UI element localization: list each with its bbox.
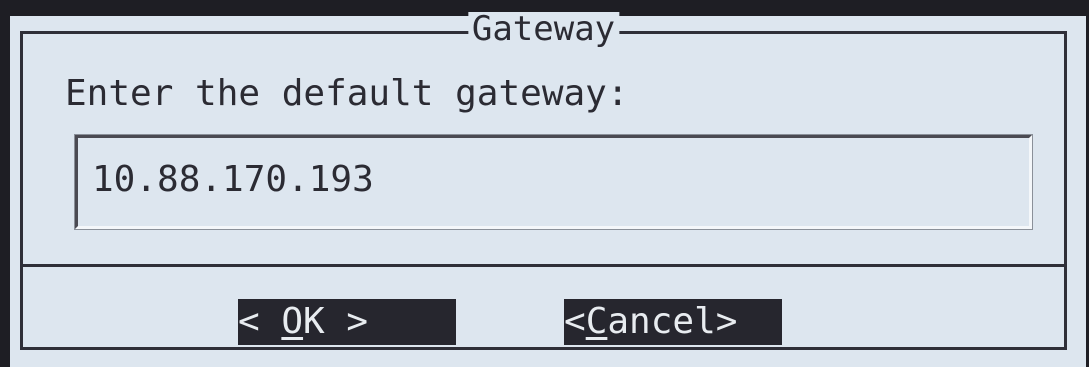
cancel-button[interactable]: <Cancel> (564, 299, 782, 345)
ok-left-bracket: < (238, 301, 282, 342)
gateway-dialog: Gateway Enter the default gateway: 10.88… (10, 12, 1086, 367)
cancel-label-rest: ancel (607, 301, 716, 342)
cancel-hotkey: C (585, 301, 608, 342)
ok-hotkey: O (281, 301, 304, 342)
gateway-prompt: Enter the default gateway: (65, 73, 629, 114)
cancel-left-bracket: < (564, 301, 586, 342)
dialog-frame: Gateway Enter the default gateway: 10.88… (20, 12, 1067, 350)
ok-right-bracket: > (324, 301, 369, 342)
dialog-title: Gateway (467, 12, 620, 46)
cancel-right-bracket: > (715, 301, 738, 342)
terminal-screen: Gateway Enter the default gateway: 10.88… (0, 0, 1089, 367)
gateway-input[interactable]: 10.88.170.193 (74, 134, 1033, 230)
ok-button[interactable]: < OK > (238, 299, 456, 345)
ok-label-rest: K (303, 301, 325, 342)
button-separator (23, 264, 1064, 267)
